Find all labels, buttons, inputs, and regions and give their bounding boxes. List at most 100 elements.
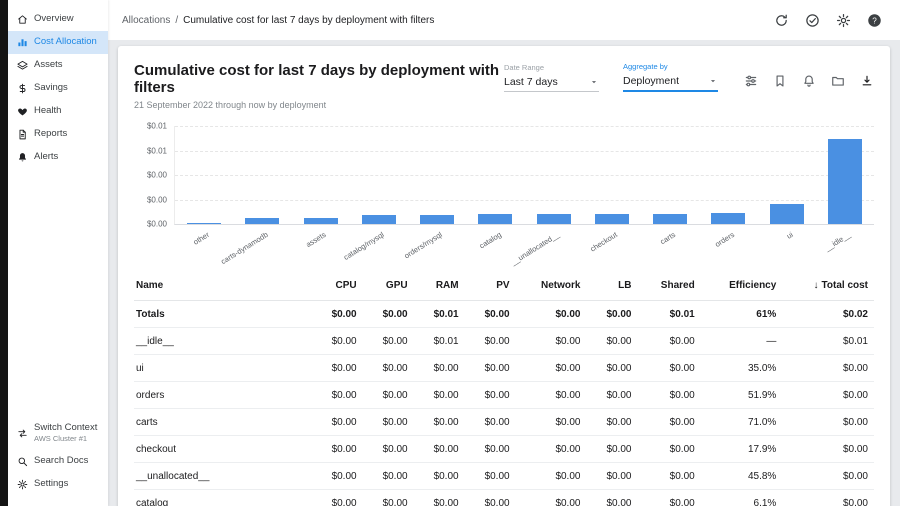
bar-chart-icon bbox=[17, 37, 28, 48]
bell-filled-icon bbox=[17, 152, 28, 163]
bar-carts[interactable] bbox=[653, 214, 687, 224]
report-controls: Date Range Last 7 days Aggregate by Depl… bbox=[504, 62, 874, 92]
cell-total-cost: $0.01 bbox=[782, 328, 874, 355]
aggregate-select[interactable]: Deployment bbox=[623, 74, 718, 92]
sidebar-item-settings[interactable]: Settings bbox=[8, 473, 108, 496]
cell-ram: $0.00 bbox=[414, 382, 465, 409]
notifications-button[interactable] bbox=[802, 74, 816, 88]
check-circle-button[interactable] bbox=[805, 13, 820, 28]
cell-gpu: $0.00 bbox=[363, 490, 414, 506]
sort-desc-icon: ↓ bbox=[814, 280, 819, 291]
bar-orders[interactable] bbox=[711, 213, 745, 224]
table-row-orders[interactable]: orders$0.00$0.00$0.00$0.00$0.00$0.00$0.0… bbox=[134, 382, 874, 409]
cell-network: $0.00 bbox=[516, 355, 587, 382]
cell-lb: $0.00 bbox=[586, 328, 637, 355]
dollar-icon bbox=[17, 83, 28, 94]
bar-catalog-mysql[interactable] bbox=[362, 215, 396, 224]
x-tick: orders bbox=[699, 225, 757, 261]
sidebar-item-reports[interactable]: Reports bbox=[8, 123, 108, 146]
bar-carts-dynamodb[interactable] bbox=[245, 218, 279, 224]
cell-total-cost: $0.00 bbox=[782, 463, 874, 490]
sidebar-item-health[interactable]: Health bbox=[8, 100, 108, 123]
breadcrumb-link-allocations[interactable]: Allocations bbox=[122, 15, 170, 26]
bar-other[interactable] bbox=[187, 223, 221, 224]
table-row-idle[interactable]: __idle__$0.00$0.00$0.01$0.00$0.00$0.00$0… bbox=[134, 328, 874, 355]
sidebar-item-savings[interactable]: Savings bbox=[8, 77, 108, 100]
cell-efficiency: 6.1% bbox=[701, 490, 783, 506]
date-range-select[interactable]: Last 7 days bbox=[504, 75, 599, 92]
sidebar-item-assets[interactable]: Assets bbox=[8, 54, 108, 77]
help-button[interactable]: ? bbox=[867, 13, 882, 28]
column-header-efficiency[interactable]: Efficiency bbox=[701, 271, 783, 301]
cell-lb: $0.00 bbox=[586, 463, 637, 490]
refresh-button[interactable] bbox=[774, 13, 789, 28]
cell-lb: $0.00 bbox=[586, 355, 637, 382]
table-row-totals[interactable]: Totals$0.00$0.00$0.01$0.00$0.00$0.00$0.0… bbox=[134, 301, 874, 328]
cell-ram: $0.00 bbox=[414, 409, 465, 436]
bar-unallocated[interactable] bbox=[537, 214, 571, 224]
x-tick: catalog/mysql bbox=[349, 225, 407, 261]
cell-cpu: $0.00 bbox=[312, 382, 363, 409]
y-tick-label: $0.00 bbox=[147, 171, 167, 180]
sidebar-bottom: Switch ContextAWS Cluster #1Search Docs S… bbox=[8, 417, 108, 496]
bar-ui[interactable] bbox=[770, 204, 804, 224]
bar-assets[interactable] bbox=[304, 218, 338, 224]
table-row-unallocated[interactable]: __unallocated__$0.00$0.00$0.00$0.00$0.00… bbox=[134, 463, 874, 490]
column-header-ram[interactable]: RAM bbox=[414, 271, 465, 301]
bar-catalog[interactable] bbox=[478, 214, 512, 224]
sidebar-item-cost-allocation[interactable]: Cost Allocation bbox=[8, 31, 108, 54]
report-actions bbox=[744, 74, 874, 92]
sidebar-item-switch-context[interactable]: Switch ContextAWS Cluster #1 bbox=[8, 417, 108, 450]
bar-slot bbox=[816, 126, 874, 224]
table-row-catalog[interactable]: catalog$0.00$0.00$0.00$0.00$0.00$0.00$0.… bbox=[134, 490, 874, 506]
x-tick-label: __idle__ bbox=[824, 230, 853, 253]
x-tick: ui bbox=[757, 225, 815, 261]
bar-checkout[interactable] bbox=[595, 214, 629, 224]
bookmark-button[interactable] bbox=[773, 74, 787, 88]
download-button[interactable] bbox=[860, 74, 874, 88]
filters-button[interactable] bbox=[744, 74, 758, 88]
cell-gpu: $0.00 bbox=[363, 463, 414, 490]
sidebar-item-label: Alerts bbox=[34, 152, 58, 163]
table-header-row: NameCPUGPURAMPVNetworkLBSharedEfficiency… bbox=[134, 271, 874, 301]
cell-ram: $0.00 bbox=[414, 463, 465, 490]
breadcrumb-current: Cumulative cost for last 7 days by deplo… bbox=[183, 15, 434, 26]
cell-gpu: $0.00 bbox=[363, 436, 414, 463]
cost-bar-chart: $0.01$0.01$0.00$0.00$0.00 othercarts-dyn… bbox=[134, 126, 874, 261]
cell-ram: $0.00 bbox=[414, 490, 465, 506]
column-header-pv[interactable]: PV bbox=[465, 271, 516, 301]
column-header-network[interactable]: Network bbox=[516, 271, 587, 301]
table-body: Totals$0.00$0.00$0.01$0.00$0.00$0.00$0.0… bbox=[134, 301, 874, 506]
x-tick: carts bbox=[641, 225, 699, 261]
table-row-ui[interactable]: ui$0.00$0.00$0.00$0.00$0.00$0.00$0.0035.… bbox=[134, 355, 874, 382]
column-header-total-cost[interactable]: ↓Total cost bbox=[782, 271, 874, 301]
sidebar: OverviewCost AllocationAssets Savings Heal… bbox=[8, 0, 108, 506]
content: Cumulative cost for last 7 days by deplo… bbox=[108, 40, 900, 506]
column-header-name[interactable]: Name bbox=[134, 271, 312, 301]
bar-slot bbox=[233, 126, 291, 224]
folder-button[interactable] bbox=[831, 74, 845, 88]
gear-button[interactable] bbox=[836, 13, 851, 28]
column-header-gpu[interactable]: GPU bbox=[363, 271, 414, 301]
sidebar-item-label: Savings bbox=[34, 83, 68, 94]
cell-pv: $0.00 bbox=[465, 328, 516, 355]
bar-orders-mysql[interactable] bbox=[420, 215, 454, 224]
sidebar-item-search-docs[interactable]: Search Docs bbox=[8, 450, 108, 473]
date-range-label: Date Range bbox=[504, 63, 599, 72]
sidebar-item-overview[interactable]: Overview bbox=[8, 8, 108, 31]
sidebar-item-alerts[interactable]: Alerts bbox=[8, 146, 108, 169]
cell-lb: $0.00 bbox=[586, 436, 637, 463]
x-tick-label: other bbox=[192, 230, 211, 247]
sidebar-item-label: Settings bbox=[34, 479, 68, 490]
table-row-checkout[interactable]: checkout$0.00$0.00$0.00$0.00$0.00$0.00$0… bbox=[134, 436, 874, 463]
column-header-shared[interactable]: Shared bbox=[637, 271, 700, 301]
folder-icon bbox=[831, 74, 845, 88]
cell-network: $0.00 bbox=[516, 409, 587, 436]
bar-slot bbox=[408, 126, 466, 224]
row-name-cell: catalog bbox=[134, 490, 312, 506]
table-row-carts[interactable]: carts$0.00$0.00$0.00$0.00$0.00$0.00$0.00… bbox=[134, 409, 874, 436]
column-header-lb[interactable]: LB bbox=[586, 271, 637, 301]
layers-icon bbox=[17, 60, 28, 71]
bar-idle[interactable] bbox=[828, 139, 862, 224]
column-header-cpu[interactable]: CPU bbox=[312, 271, 363, 301]
